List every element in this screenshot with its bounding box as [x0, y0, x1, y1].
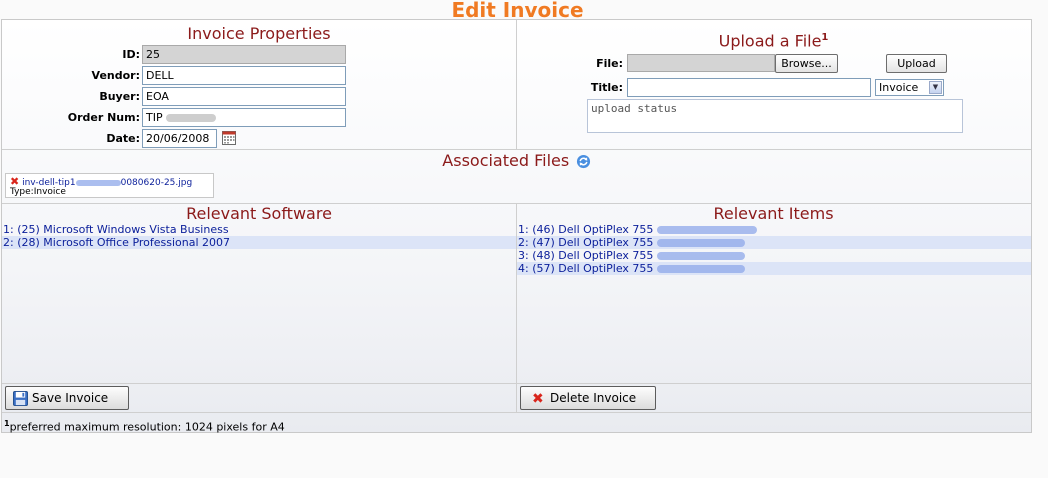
order-num-label: Order Num: — [67, 111, 140, 124]
redacted-blur — [656, 265, 745, 273]
software-item-label: 1: (25) Microsoft Windows Vista Business — [3, 223, 229, 236]
item-row[interactable]: 1: (46) Dell OptiPlex 755 — [517, 223, 1031, 236]
relevant-items-title: Relevant Items — [713, 204, 834, 223]
footnote-mark: 1 — [821, 32, 829, 43]
delete-invoice-button[interactable]: ✖ Delete Invoice — [520, 386, 656, 410]
item-row-label: 4: (57) Dell OptiPlex 755 — [518, 262, 654, 275]
id-field: 25 — [142, 45, 346, 64]
delete-x-icon: ✖ — [532, 391, 544, 407]
redacted-blur — [656, 226, 757, 234]
order-num-field[interactable]: TIP — [142, 108, 346, 127]
redacted-blur — [75, 179, 121, 186]
invoice-properties-title: Invoice Properties — [187, 24, 331, 43]
file-name-suffix: 0080620-25.jpg — [120, 178, 193, 188]
title-field[interactable] — [627, 78, 871, 97]
associated-file-card[interactable]: ✖ inv-dell-tip1 0080620-25.jpg Type:Invoi… — [5, 173, 214, 198]
item-row[interactable]: 2: (47) Dell OptiPlex 755 — [517, 236, 1031, 249]
refresh-icon[interactable] — [576, 154, 591, 172]
item-row-label: 1: (46) Dell OptiPlex 755 — [518, 223, 654, 236]
upload-button[interactable]: Upload — [886, 54, 947, 73]
file-path-field — [627, 54, 775, 72]
footnote: 1preferred maximum resolution: 1024 pixe… — [4, 417, 285, 435]
order-num-value: TIP — [146, 111, 163, 124]
vendor-field[interactable]: DELL — [142, 66, 346, 85]
redacted-blur — [656, 252, 745, 260]
file-label: File: — [596, 57, 623, 70]
divider — [2, 149, 1031, 150]
date-label: Date: — [106, 132, 140, 145]
item-row-label: 2: (47) Dell OptiPlex 755 — [518, 236, 654, 249]
file-type-text: Type:Invoice — [10, 187, 66, 197]
divider — [2, 412, 1031, 413]
software-item-label: 2: (28) Microsoft Office Professional 20… — [3, 236, 231, 249]
footnote-text: preferred maximum resolution: 1024 pixel… — [9, 420, 285, 434]
calendar-icon[interactable] — [222, 131, 236, 145]
file-type-selected: Invoice — [879, 81, 919, 94]
relevant-software-title: Relevant Software — [186, 204, 332, 223]
browse-button[interactable]: Browse... — [775, 54, 838, 73]
title-label: Title: — [590, 81, 623, 94]
item-row[interactable]: 3: (48) Dell OptiPlex 755 — [517, 249, 1031, 262]
date-field[interactable]: 20/06/2008 — [142, 129, 217, 148]
redacted-blur — [656, 239, 745, 247]
delete-invoice-label: Delete Invoice — [550, 391, 637, 405]
software-item[interactable]: 2: (28) Microsoft Office Professional 20… — [2, 236, 516, 249]
save-invoice-label: Save Invoice — [32, 391, 109, 405]
redacted-blur — [166, 114, 217, 122]
chevron-down-icon: ▼ — [929, 81, 942, 94]
associated-files-header: Associated Files — [2, 151, 1031, 172]
upload-status-box: upload status — [587, 99, 963, 133]
upload-title-text: Upload a File — [718, 31, 822, 51]
file-type-select[interactable]: Invoice ▼ — [875, 79, 944, 96]
upload-title: Upload a File1 — [516, 28, 1031, 51]
divider — [2, 383, 1031, 384]
invoice-form: Invoice Properties ID: 25 Vendor: DELL B… — [1, 19, 1032, 435]
floppy-disk-icon — [13, 391, 28, 413]
software-item[interactable]: 1: (25) Microsoft Windows Vista Business — [2, 223, 516, 236]
id-label: ID: — [122, 48, 140, 61]
vendor-label: Vendor: — [91, 69, 140, 82]
save-invoice-button[interactable]: Save Invoice — [5, 386, 129, 410]
associated-files-title: Associated Files — [442, 151, 570, 170]
item-row-label: 3: (48) Dell OptiPlex 755 — [518, 249, 654, 262]
buyer-field[interactable]: EOA — [142, 87, 346, 106]
buyer-label: Buyer: — [99, 90, 140, 103]
item-row[interactable]: 4: (57) Dell OptiPlex 755 — [517, 262, 1031, 275]
